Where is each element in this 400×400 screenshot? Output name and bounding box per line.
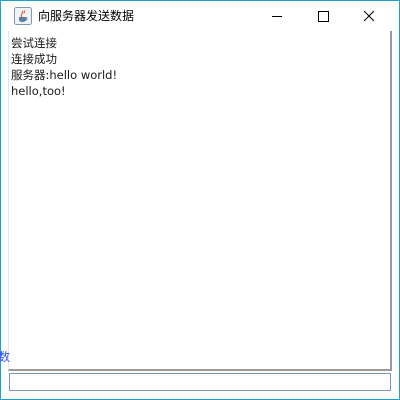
message-list: 尝试连接 连接成功 服务器:hello world! hello,too! — [11, 35, 117, 99]
message-display-area: 尝试连接 连接成功 服务器:hello world! hello,too! — [8, 31, 392, 371]
close-button[interactable] — [346, 1, 392, 31]
clipped-label: 数 — [0, 350, 11, 364]
maximize-button[interactable] — [300, 1, 346, 31]
message-line: 连接成功 — [11, 52, 57, 66]
minimize-button[interactable] — [254, 1, 300, 31]
java-coffee-icon[interactable] — [14, 7, 32, 25]
message-line: 服务器:hello world! — [11, 68, 118, 82]
minimize-icon — [272, 16, 282, 17]
message-line: hello,too! — [11, 84, 66, 98]
close-icon — [363, 10, 375, 22]
title-bar[interactable]: 向服务器发送数据 — [1, 1, 399, 31]
maximize-icon — [318, 11, 329, 22]
app-window: 向服务器发送数据 尝试连接 连接成功 服务器:hello world! hell… — [0, 0, 400, 400]
window-title: 向服务器发送数据 — [38, 9, 135, 23]
message-line: 尝试连接 — [11, 36, 57, 50]
message-input[interactable] — [9, 373, 391, 391]
